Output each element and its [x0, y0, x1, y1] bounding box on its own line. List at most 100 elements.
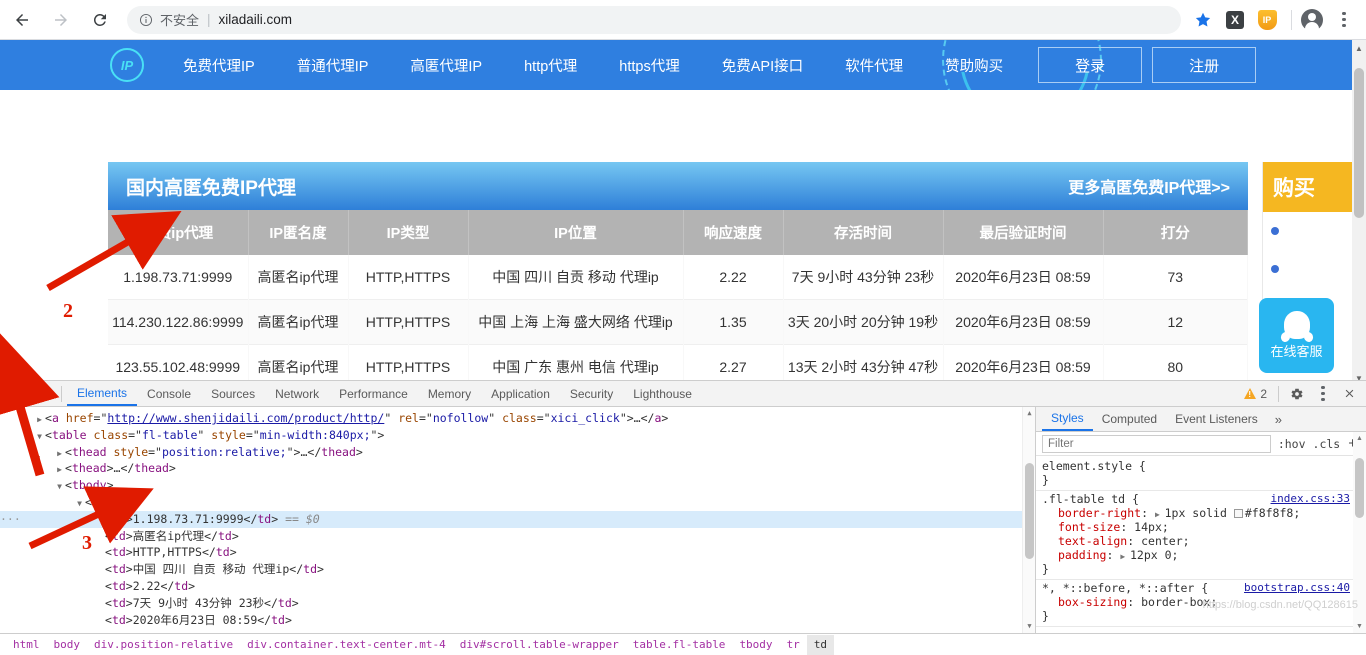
- css-property-value[interactable]: 14px: [1134, 520, 1162, 534]
- styles-filter-input[interactable]: [1042, 435, 1271, 453]
- dom-tree-row[interactable]: <td>7天 9小时 43分钟 23秒</td>: [0, 595, 1035, 612]
- dom-tree-row[interactable]: ▶<thead>…</thead>: [0, 460, 1035, 477]
- styles-scroll-thumb[interactable]: [1355, 458, 1364, 518]
- breadcrumb-item-html[interactable]: html: [6, 635, 47, 655]
- device-toolbar-button[interactable]: [30, 383, 56, 405]
- nav-item-free-proxy[interactable]: 免费代理IP: [162, 55, 276, 76]
- breadcrumb-item-tbody[interactable]: tbody: [732, 635, 779, 655]
- nav-item-software-proxy[interactable]: 软件代理: [824, 55, 924, 76]
- css-property-name[interactable]: text-align: [1058, 534, 1127, 548]
- devtools-tab-memory[interactable]: Memory: [418, 381, 481, 406]
- css-declaration[interactable]: padding: ▶ 12px 0;: [1042, 548, 1360, 562]
- css-rule-block[interactable]: .fl-table td {index.css:33border-right: …: [1036, 491, 1366, 580]
- styles-more-tabs-button[interactable]: »: [1267, 412, 1290, 427]
- extension-x-button[interactable]: X: [1221, 6, 1249, 34]
- chevron-right-icon[interactable]: ▶: [1155, 510, 1165, 519]
- nav-item-sponsor-buy[interactable]: 赞助购买: [924, 55, 1024, 76]
- online-service-widget[interactable]: 在线客服: [1259, 298, 1334, 373]
- styles-tab-event-listeners[interactable]: Event Listeners: [1166, 407, 1267, 431]
- styles-tab-styles[interactable]: Styles: [1042, 407, 1093, 431]
- devtools-tab-performance[interactable]: Performance: [329, 381, 418, 406]
- col-header-verified[interactable]: 最后验证时间: [943, 210, 1103, 255]
- dom-tree-row[interactable]: <td>2.22</td>: [0, 578, 1035, 595]
- devtools-settings-button[interactable]: [1284, 383, 1310, 405]
- reload-button[interactable]: [83, 3, 117, 37]
- dom-tree-scrollbar[interactable]: ▲ ▼: [1022, 407, 1035, 633]
- nav-item-https-proxy[interactable]: https代理: [598, 55, 700, 76]
- breadcrumb-item-div-scroll-table-wrapper[interactable]: div#scroll.table-wrapper: [453, 635, 626, 655]
- scroll-down-arrow-icon[interactable]: ▼: [1023, 620, 1035, 633]
- nav-item-http-proxy[interactable]: http代理: [503, 55, 598, 76]
- devtools-tab-network[interactable]: Network: [265, 381, 329, 406]
- page-vertical-scrollbar[interactable]: ▲ ▼: [1352, 40, 1366, 380]
- css-property-value[interactable]: border-box: [1141, 595, 1210, 609]
- scroll-up-arrow-icon[interactable]: ▲: [1353, 432, 1366, 445]
- breadcrumb-item-div-position-relative[interactable]: div.position-relative: [87, 635, 240, 655]
- dom-tree-row[interactable]: ▼<tbody>: [0, 477, 1035, 494]
- dom-tree-row[interactable]: <td>2020年6月23日 08:59</td>: [0, 612, 1035, 629]
- warning-badge[interactable]: 2: [1244, 387, 1267, 401]
- color-swatch[interactable]: [1234, 509, 1243, 518]
- login-button[interactable]: 登录: [1038, 47, 1142, 83]
- breadcrumb-item-td[interactable]: td: [807, 635, 834, 655]
- dom-tree-pane[interactable]: ▶<a href="http://www.shenjidaili.com/pro…: [0, 407, 1035, 633]
- css-source-link[interactable]: index.css:33: [1271, 492, 1350, 505]
- col-header-location[interactable]: IP位置: [468, 210, 683, 255]
- hov-toggle-button[interactable]: :hov: [1278, 437, 1306, 451]
- devtools-tab-console[interactable]: Console: [137, 381, 201, 406]
- list-item[interactable]: [1263, 250, 1352, 288]
- extension-ip-button[interactable]: IP: [1253, 6, 1281, 34]
- breadcrumb-item-tr[interactable]: tr: [780, 635, 807, 655]
- breadcrumb-item-table-fl-table[interactable]: table.fl-table: [626, 635, 733, 655]
- css-rule-block[interactable]: element.style {}: [1036, 458, 1366, 491]
- dom-tree-row[interactable]: ▶<a href="http://www.shenjidaili.com/pro…: [0, 410, 1035, 427]
- devtools-tab-application[interactable]: Application: [481, 381, 560, 406]
- devtools-tab-security[interactable]: Security: [560, 381, 623, 406]
- back-button[interactable]: [5, 3, 39, 37]
- dom-tree-row[interactable]: ▼<table class="fl-table" style="min-widt…: [0, 427, 1035, 444]
- address-bar[interactable]: 不安全 | xiladaili.com: [127, 6, 1181, 34]
- bookmark-button[interactable]: [1189, 6, 1217, 34]
- register-button[interactable]: 注册: [1152, 47, 1256, 83]
- col-header-uptime[interactable]: 存活时间: [783, 210, 943, 255]
- dom-tree-row[interactable]: <td>中国 四川 自贡 移动 代理ip</td>: [0, 561, 1035, 578]
- chevron-right-icon[interactable]: ▶: [1120, 552, 1130, 561]
- styles-tab-computed[interactable]: Computed: [1093, 407, 1166, 431]
- devtools-more-button[interactable]: [1310, 383, 1336, 405]
- chrome-menu-button[interactable]: [1330, 6, 1358, 34]
- col-header-anonymity[interactable]: IP匿名度: [248, 210, 348, 255]
- breadcrumb-item-body[interactable]: body: [47, 635, 88, 655]
- col-header-speed[interactable]: 响应速度: [683, 210, 783, 255]
- css-declaration[interactable]: text-align: center;: [1042, 534, 1360, 548]
- devtools-close-button[interactable]: [1336, 383, 1362, 405]
- inspect-element-button[interactable]: [4, 383, 30, 405]
- css-property-name[interactable]: border-right: [1058, 506, 1141, 520]
- scroll-down-arrow-icon[interactable]: ▼: [1353, 620, 1366, 633]
- nav-item-free-api[interactable]: 免费API接口: [701, 55, 824, 76]
- profile-button[interactable]: [1298, 6, 1326, 34]
- nav-item-normal-proxy[interactable]: 普通代理IP: [276, 55, 390, 76]
- card-more-link[interactable]: 更多高匿免费IP代理>>: [1068, 174, 1230, 198]
- dom-tree-row[interactable]: <td>HTTP,HTTPS</td>: [0, 544, 1035, 561]
- css-color-value[interactable]: #f8f8f8: [1245, 506, 1293, 520]
- dom-tree-row[interactable]: ▶<thead style="position:relative;">…</th…: [0, 444, 1035, 461]
- forward-button[interactable]: [44, 3, 78, 37]
- scroll-down-arrow-icon[interactable]: ▼: [1352, 372, 1366, 380]
- nav-item-anon-proxy[interactable]: 高匿代理IP: [389, 55, 503, 76]
- css-property-name[interactable]: font-size: [1058, 520, 1120, 534]
- vertical-scroll-thumb[interactable]: [1354, 68, 1364, 218]
- css-property-value[interactable]: 1px solid: [1165, 506, 1227, 520]
- dom-tree-row[interactable]: <td>高匿名ip代理</td>: [0, 528, 1035, 545]
- dom-scroll-thumb[interactable]: [1025, 463, 1034, 559]
- css-property-name[interactable]: padding: [1058, 548, 1106, 562]
- css-source-link[interactable]: bootstrap.css:40: [1244, 581, 1350, 594]
- breadcrumb-item-div-container-text-center-mt-4[interactable]: div.container.text-center.mt-4: [240, 635, 453, 655]
- devtools-tab-lighthouse[interactable]: Lighthouse: [623, 381, 702, 406]
- css-property-name[interactable]: box-sizing: [1058, 595, 1127, 609]
- dom-tree-row[interactable]: ▼<tr>: [0, 494, 1035, 511]
- css-declaration[interactable]: border-right: ▶ 1px solid #f8f8f8;: [1042, 506, 1360, 520]
- css-declaration[interactable]: font-size: 14px;: [1042, 520, 1360, 534]
- css-property-value[interactable]: 12px 0: [1130, 548, 1172, 562]
- devtools-tab-sources[interactable]: Sources: [201, 381, 265, 406]
- col-header-ip[interactable]: 免费ip代理: [108, 210, 248, 255]
